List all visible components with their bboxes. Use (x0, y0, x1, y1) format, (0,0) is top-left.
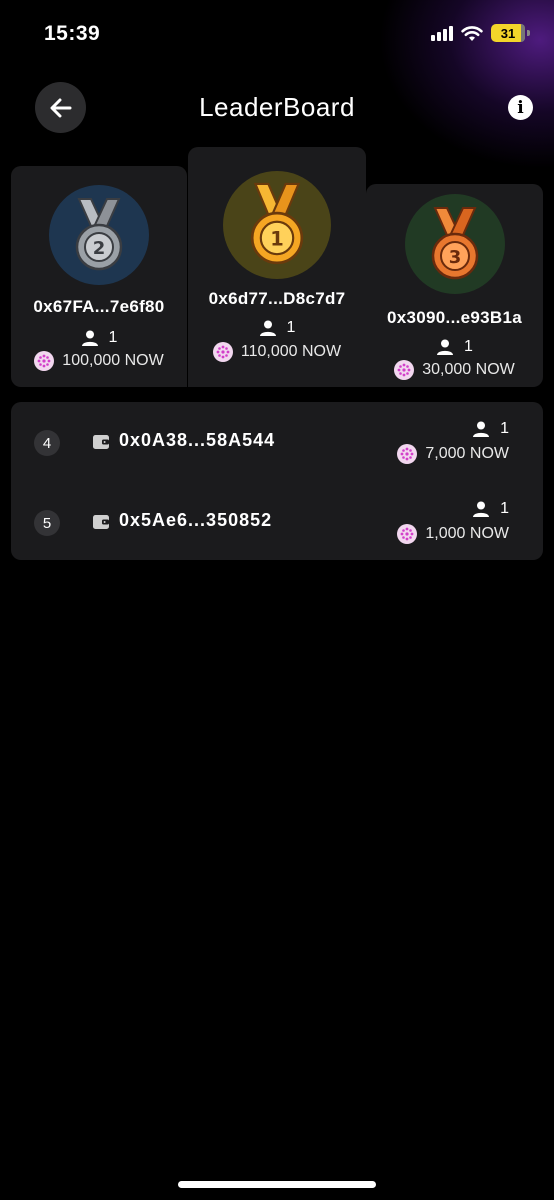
now-token-icon (34, 351, 55, 371)
ranking-count: 1 (472, 500, 509, 518)
info-icon: i (517, 97, 524, 118)
podium-amount-value: 30,000 NOW (422, 361, 515, 378)
ranking-count: 1 (472, 420, 509, 438)
podium-amount: 30,000 NOW (366, 360, 543, 380)
podium-count: 1 (366, 338, 543, 356)
podium-count: 1 (188, 319, 366, 337)
ranking-amount-value: 7,000 NOW (425, 445, 509, 462)
status-icons: 31 (431, 24, 530, 42)
ranking-amount: 7,000 NOW (397, 444, 509, 464)
page-title: LeaderBoard (199, 92, 355, 122)
battery-level: 31 (500, 25, 516, 41)
podium-count: 1 (11, 329, 187, 347)
ranking-amount: 1,000 NOW (397, 524, 509, 544)
user-icon (436, 339, 454, 355)
battery-icon: 31 (491, 24, 525, 42)
podium-card-rank-1[interactable]: 1 0x6d77...D8c7d7 1 110,000 NOW (188, 147, 366, 387)
podium-amount: 100,000 NOW (11, 351, 187, 371)
svg-text:3: 3 (448, 247, 461, 268)
ranking-address: 0x5Ae6...350852 (119, 510, 273, 530)
ranking-row[interactable]: 5 0x5Ae6...350852 1 1,000 NOW (11, 494, 543, 554)
podium-amount: 110,000 NOW (188, 342, 366, 362)
rank-badge: 4 (34, 430, 60, 456)
podium-address: 0x3090...e93B1a (387, 308, 522, 327)
now-token-icon (397, 524, 418, 544)
svg-text:2: 2 (93, 238, 106, 259)
now-token-icon (397, 444, 418, 464)
ranking-list: 4 0x0A38...58A544 1 7,000 NOW 5 0x5Ae6..… (11, 402, 543, 560)
bronze-medal-icon: 3 (404, 194, 505, 294)
wifi-icon (461, 25, 483, 41)
cellular-signal-icon (431, 25, 453, 41)
podium-amount-value: 100,000 NOW (62, 352, 164, 369)
podium-count-value: 1 (108, 329, 118, 346)
svg-text:1: 1 (270, 228, 284, 251)
podium-address: 0x67FA...7e6f80 (33, 297, 165, 316)
user-icon (81, 330, 99, 346)
ranking-row[interactable]: 4 0x0A38...58A544 1 7,000 NOW (11, 414, 543, 474)
podium-address: 0x6d77...D8c7d7 (208, 289, 346, 308)
gold-medal-icon: 1 (223, 171, 331, 279)
user-icon (259, 320, 277, 336)
silver-medal-icon: 2 (49, 185, 149, 285)
info-button[interactable]: i (508, 95, 533, 120)
podium-count-value: 1 (286, 319, 296, 336)
now-token-icon (394, 360, 415, 380)
home-indicator[interactable] (178, 1181, 376, 1188)
status-time: 15:39 (44, 22, 101, 45)
ranking-count-value: 1 (500, 500, 509, 517)
podium-count-value: 1 (464, 338, 473, 355)
user-icon (472, 501, 490, 517)
user-icon (472, 421, 490, 437)
rank-badge: 5 (34, 510, 60, 536)
ranking-amount-value: 1,000 NOW (425, 525, 509, 542)
ranking-count-value: 1 (500, 420, 509, 437)
podium-card-rank-2[interactable]: 2 0x67FA...7e6f80 1 100,000 NOW (11, 166, 187, 387)
ranking-address: 0x0A38...58A544 (119, 430, 276, 450)
podium-card-rank-3[interactable]: 3 0x3090...e93B1a 1 30,000 NOW (366, 184, 543, 387)
now-token-icon (212, 342, 233, 362)
podium-amount-value: 110,000 NOW (240, 343, 342, 360)
wallet-icon (92, 514, 110, 530)
wallet-icon (92, 434, 110, 450)
